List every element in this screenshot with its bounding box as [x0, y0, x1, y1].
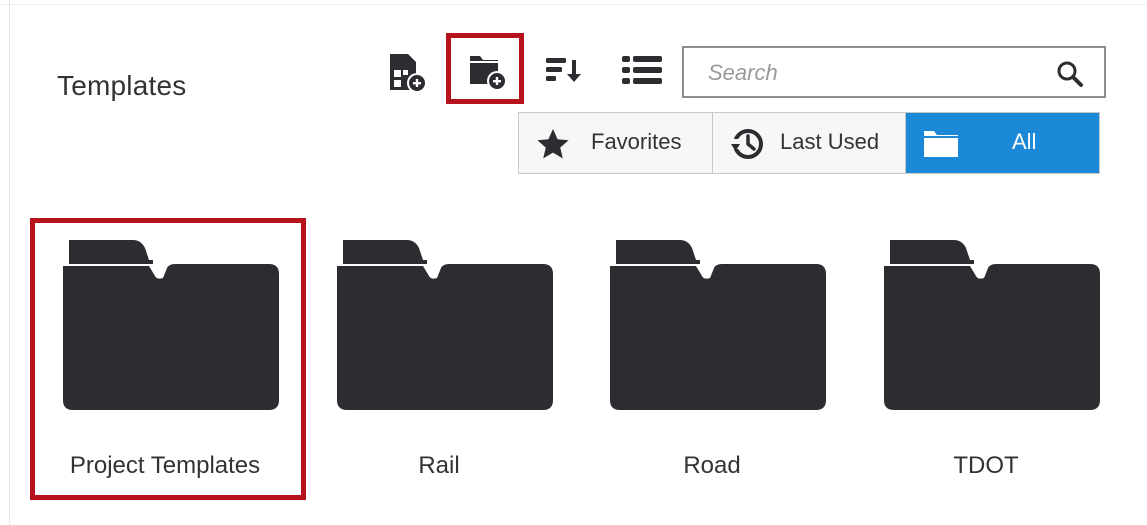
new-folder-highlight	[446, 33, 524, 104]
folder-label: Road	[683, 452, 741, 479]
filter-favorites-label: Favorites	[591, 129, 682, 154]
list-view-icon	[618, 48, 666, 92]
star-icon	[535, 127, 571, 167]
filter-favorites-button[interactable]: Favorites	[519, 113, 713, 173]
folder-icon	[610, 238, 826, 415]
folder-icon	[922, 127, 960, 165]
folder-tile-rail[interactable]: Rail	[314, 232, 564, 492]
folder-tile-tdot[interactable]: TDOT	[861, 232, 1111, 492]
panel-border-left	[9, 0, 10, 525]
document-add-icon	[384, 50, 428, 94]
folder-highlight	[30, 218, 306, 500]
sort-button[interactable]	[540, 46, 588, 94]
new-template-button[interactable]	[382, 48, 430, 96]
folder-label: Rail	[418, 452, 460, 479]
filter-all-button[interactable]: All	[906, 113, 1099, 173]
folder-icon	[337, 238, 553, 415]
history-icon	[729, 127, 765, 167]
search-box	[682, 46, 1106, 98]
filter-all-label: All	[1012, 129, 1037, 154]
folder-label: TDOT	[953, 452, 1019, 479]
filter-segmented-control: Favorites Last Used All	[518, 112, 1100, 174]
folder-tile-road[interactable]: Road	[587, 232, 837, 492]
filter-last-used-label: Last Used	[780, 129, 880, 154]
search-input[interactable]	[706, 54, 1040, 92]
folder-icon	[884, 238, 1100, 415]
page-title: Templates	[57, 70, 187, 101]
view-toggle-button[interactable]	[618, 46, 666, 94]
panel-border-top	[0, 4, 1147, 5]
filter-last-used-button[interactable]: Last Used	[713, 113, 906, 173]
search-icon[interactable]	[1056, 60, 1084, 93]
sort-descending-icon	[542, 48, 586, 92]
